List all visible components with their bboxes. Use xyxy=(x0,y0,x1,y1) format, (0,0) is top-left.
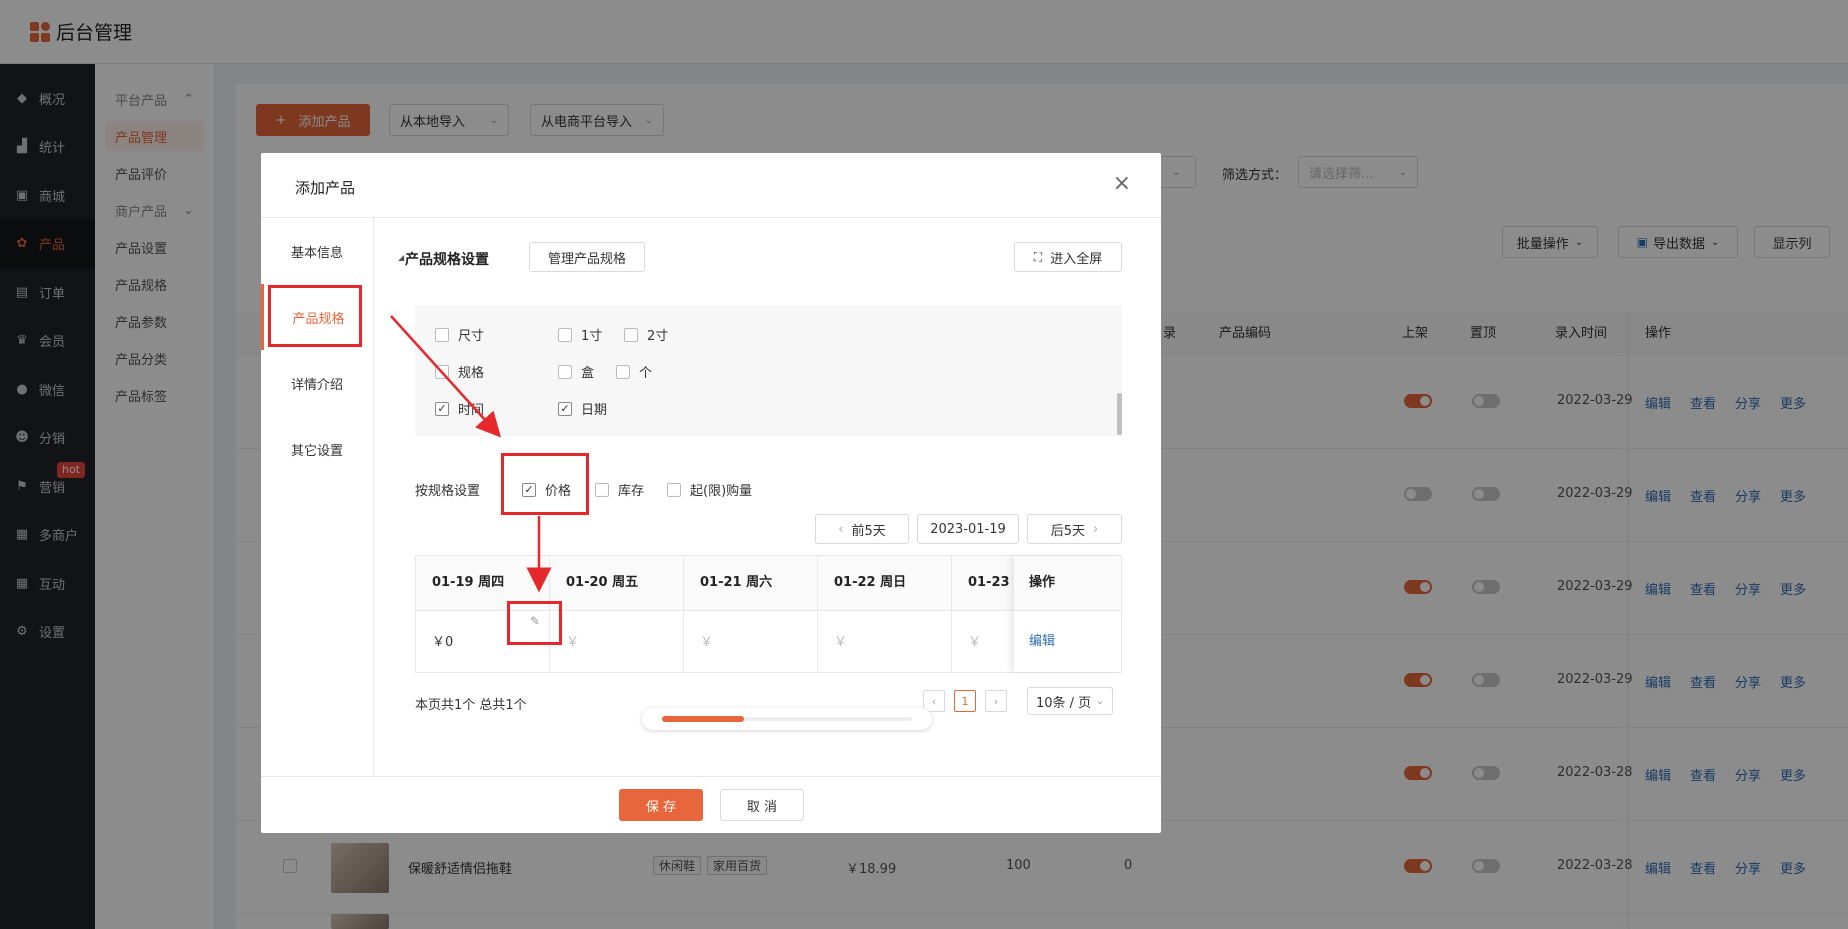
annotation-arrows xyxy=(390,315,552,593)
arrow-to-price-checkbox xyxy=(390,315,502,438)
